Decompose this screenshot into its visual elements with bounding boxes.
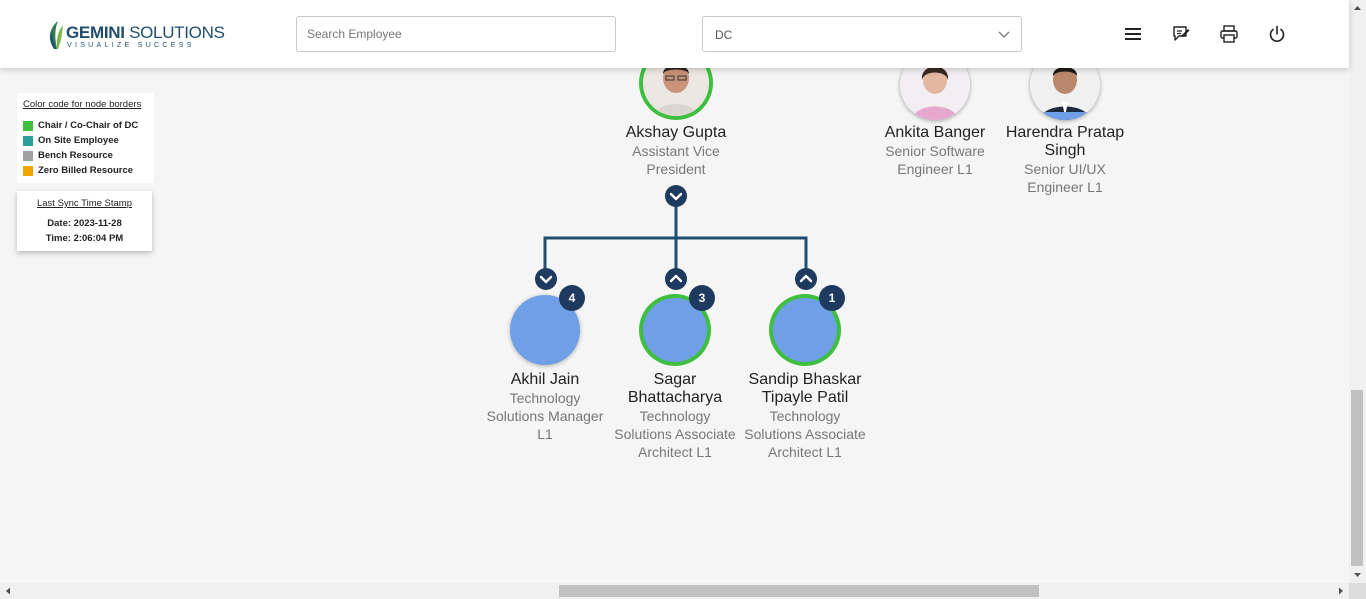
- node-border-legend: Color code for node borders Chair / Co-C…: [17, 93, 154, 183]
- org-node-root[interactable]: Akshay Gupta Assistant Vice President: [611, 124, 741, 178]
- scrollbar-corner: [1349, 583, 1366, 599]
- vertical-scrollbar[interactable]: [1349, 0, 1366, 583]
- sync-date: Date: 2023-11-28: [47, 218, 122, 229]
- horizontal-scroll-thumb[interactable]: [559, 585, 1039, 597]
- org-node-child[interactable]: Sandip Bhaskar Tipayle Patil Technology …: [740, 371, 870, 461]
- vertical-scroll-thumb[interactable]: [1351, 390, 1363, 566]
- sync-time: Time: 2:06:04 PM: [45, 233, 124, 244]
- collapse-toggle[interactable]: [665, 268, 687, 290]
- legend-label: Chair / Co-Chair of DC: [38, 120, 139, 131]
- legend-item-onsite: On Site Employee: [23, 133, 148, 148]
- employee-name: Harendra Pratap Singh: [1005, 124, 1125, 159]
- print-icon[interactable]: [1219, 24, 1239, 44]
- chevron-down-icon: [669, 192, 683, 201]
- employee-role: Technology Solutions Associate Architect…: [744, 408, 866, 460]
- power-icon[interactable]: [1267, 24, 1287, 44]
- logo-wordmark: GEMINI SOLUTIONS: [66, 23, 225, 42]
- department-select[interactable]: DC: [702, 16, 1022, 52]
- employee-role: Technology Solutions Associate Architect…: [614, 408, 736, 460]
- org-node-child[interactable]: Sagar Bhattacharya Technology Solutions …: [610, 371, 740, 461]
- legend-item-bench: Bench Resource: [23, 148, 148, 163]
- feedback-icon[interactable]: [1171, 24, 1191, 44]
- employee-name: Sandip Bhaskar Tipayle Patil: [748, 371, 862, 406]
- employee-role: Senior Software Engineer L1: [885, 143, 985, 177]
- legend-swatch: [23, 150, 33, 161]
- legend-label: On Site Employee: [38, 135, 119, 146]
- org-chart-app: GEMINI SOLUTIONS VISUALIZE SUCCESS DC: [0, 0, 1366, 599]
- chevron-down-icon: [998, 31, 1010, 38]
- employee-role: Senior UI/UX Engineer L1: [1024, 161, 1106, 195]
- employee-role: Technology Solutions Manager L1: [486, 390, 604, 442]
- chevron-down-icon: [539, 275, 553, 284]
- expand-toggle[interactable]: [535, 268, 557, 290]
- reportee-count-badge: 4: [559, 285, 585, 311]
- legend-label: Zero Billed Resource: [38, 165, 134, 176]
- top-bar: GEMINI SOLUTIONS VISUALIZE SUCCESS DC: [0, 0, 1349, 68]
- org-node-child[interactable]: Akhil Jain Technology Solutions Manager …: [480, 371, 610, 443]
- sync-title: Last Sync Time Stamp: [36, 198, 133, 209]
- employee-name: Akshay Gupta: [625, 124, 727, 141]
- legend-item-zero-billed: Zero Billed Resource: [23, 163, 148, 178]
- scroll-right-arrow-icon[interactable]: [1335, 583, 1347, 599]
- legend-swatch: [23, 120, 33, 131]
- employee-name: Sagar Bhattacharya: [627, 371, 723, 406]
- sync-timestamp-card: Last Sync Time Stamp Date: 2023-11-28 Ti…: [17, 191, 152, 251]
- legend-title: Color code for node borders: [23, 99, 142, 110]
- department-select-value: DC: [715, 28, 733, 42]
- org-node-peer[interactable]: Ankita Banger Senior Software Engineer L…: [870, 124, 1000, 178]
- legend-swatch: [23, 165, 33, 176]
- horizontal-scrollbar[interactable]: [0, 583, 1349, 599]
- logo-tagline: VISUALIZE SUCCESS: [67, 42, 195, 49]
- employee-name: Akhil Jain: [510, 371, 580, 388]
- reportee-count-badge: 3: [689, 285, 715, 311]
- employee-name: Ankita Banger: [884, 124, 986, 141]
- legend-swatch: [23, 135, 33, 146]
- chevron-up-icon: [669, 274, 683, 283]
- reportee-count-badge: 1: [819, 285, 845, 311]
- scroll-down-arrow-icon[interactable]: [1349, 569, 1366, 581]
- scroll-left-arrow-icon[interactable]: [2, 583, 14, 599]
- scroll-up-arrow-icon[interactable]: [1349, 2, 1366, 14]
- chevron-up-icon: [799, 274, 813, 283]
- menu-icon[interactable]: [1123, 24, 1143, 44]
- legend-label: Bench Resource: [38, 150, 113, 161]
- employee-role: Assistant Vice President: [632, 143, 720, 177]
- collapse-toggle[interactable]: [665, 185, 687, 207]
- collapse-toggle[interactable]: [795, 268, 817, 290]
- gemini-logo[interactable]: GEMINI SOLUTIONS VISUALIZE SUCCESS: [46, 17, 225, 51]
- org-node-peer[interactable]: Harendra Pratap Singh Senior UI/UX Engin…: [1000, 124, 1130, 196]
- legend-item-chair: Chair / Co-Chair of DC: [23, 118, 148, 133]
- search-employee-input[interactable]: [296, 16, 616, 52]
- leaf-logo-icon: [50, 21, 63, 49]
